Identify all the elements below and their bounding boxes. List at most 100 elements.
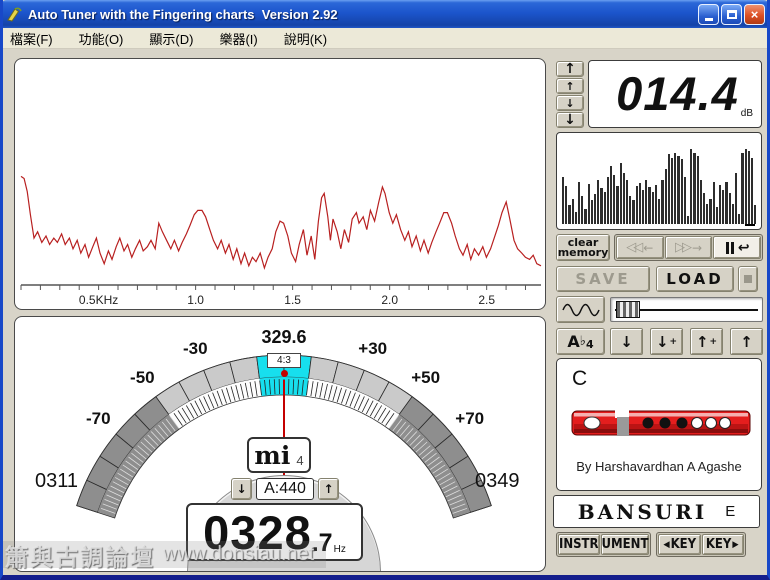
meter-bar <box>722 190 724 224</box>
range-min-label: 0311 <box>35 470 78 493</box>
key-select-buttons: ◀ KEY KEY ▶ <box>656 532 746 557</box>
meter-bar <box>604 192 606 224</box>
reference-pitch-display: A:440 <box>256 478 314 500</box>
rewind-button[interactable]: ◁◁ ← <box>616 236 664 259</box>
meter-bar <box>725 182 727 225</box>
note-octave: 4 <box>296 453 303 468</box>
db-adjust-buttons: ↑ ↑ ↓ ↓ <box>556 61 584 128</box>
arrow-up-icon: ↑ <box>696 333 709 351</box>
meter-bar <box>751 158 753 224</box>
forward-button[interactable]: ▷▷ → <box>665 236 713 259</box>
meter-bar <box>591 200 593 224</box>
gauge-scale-label: -70 <box>76 409 120 429</box>
db-up-button[interactable]: ↑ <box>556 78 584 94</box>
pitch-down-button[interactable]: ↓ <box>610 328 643 355</box>
pitch-down-fine-button[interactable]: ↓+ <box>650 328 683 355</box>
menu-function[interactable]: 功能(O) <box>79 29 124 48</box>
reference-pitch-row: ↓ A:440 ↑ <box>231 477 341 500</box>
meter-bar <box>597 180 599 224</box>
pause-button[interactable]: ↩ <box>713 236 761 259</box>
square-icon <box>744 275 752 283</box>
meter-bar <box>648 187 650 224</box>
svg-text:0.5KHz: 0.5KHz <box>79 293 118 307</box>
ref-pitch-down-button[interactable]: ↓ <box>231 478 252 500</box>
db-down-button[interactable]: ↓ <box>556 95 584 111</box>
save-button[interactable]: SAVE <box>556 266 650 292</box>
key-next-button[interactable]: KEY ▶ <box>702 534 745 555</box>
meter-bar <box>674 153 676 224</box>
titlebar[interactable]: Auto Tuner with the Fingering charts Ver… <box>0 0 770 28</box>
menu-help[interactable]: 說明(K) <box>284 29 327 48</box>
meter-bar <box>741 153 743 224</box>
pitch-up-button[interactable]: ↑ <box>730 328 763 355</box>
minimize-button[interactable] <box>698 4 719 25</box>
svg-text:2.0: 2.0 <box>381 293 398 307</box>
meter-bar <box>645 180 647 224</box>
meter-bar <box>565 186 567 224</box>
ref-pitch-up-button[interactable]: ↑ <box>318 478 339 500</box>
stop-button[interactable] <box>738 266 758 292</box>
instrument-display: BANSURI E <box>553 495 760 528</box>
instrument-name: BANSURI <box>578 500 708 524</box>
meter-bar <box>568 205 570 224</box>
menu-instrument[interactable]: 樂器(I) <box>219 29 257 48</box>
return-arrow-icon: ↩ <box>738 240 750 256</box>
meter-bar <box>735 173 737 224</box>
db-value: 014.4 <box>616 64 739 124</box>
db-up-fast-button[interactable]: ↑ <box>556 61 584 77</box>
load-button[interactable]: LOAD <box>656 266 734 292</box>
meter-bar <box>684 177 686 224</box>
tuning-dot-indicator <box>281 370 288 377</box>
meter-bar <box>690 149 692 224</box>
meter-bar <box>661 180 663 224</box>
window-title: Auto Tuner with the Fingering charts Ver… <box>28 7 693 22</box>
instrument-prev-button[interactable]: INSTR <box>558 534 600 555</box>
sine-wave-icon <box>561 301 601 319</box>
meter-bar <box>594 194 596 224</box>
db-down-fast-button[interactable]: ↓ <box>556 112 584 128</box>
meter-bar <box>636 186 638 224</box>
maximize-button[interactable] <box>721 4 742 25</box>
instrument-next-button[interactable]: UMENT <box>601 534 650 555</box>
pitch-up-fine-button[interactable]: ↑+ <box>690 328 723 355</box>
close-button[interactable]: × <box>744 4 765 25</box>
tone-generator-button[interactable] <box>556 296 605 323</box>
meter-bar <box>693 153 695 224</box>
forum-watermark: 簫與古調論壇 www.donsiau.net <box>3 541 326 568</box>
key-prev-label: KEY <box>671 537 697 552</box>
gauge-scale-label: -50 <box>120 368 164 388</box>
clear-memory-button[interactable]: clear memory <box>556 234 610 261</box>
meter-bars <box>562 139 756 224</box>
pitch-row: A♭4 ↓ ↓+ ↑+ ↑ <box>552 328 764 355</box>
maximize-icon <box>727 10 737 19</box>
close-icon: × <box>751 7 759 22</box>
meter-bar <box>584 209 586 224</box>
slider-thumb[interactable] <box>616 301 640 318</box>
spectrum-panel: 0.5KHz1.01.52.02.5 <box>14 58 546 310</box>
forward-icon: ▷▷ <box>675 240 689 255</box>
tuner-gauge-panel: -70-50-30+30+50+70 329.6 4:3 0311 0349 m… <box>14 316 546 572</box>
note-letter: A <box>567 332 579 351</box>
volume-slider[interactable] <box>610 297 763 322</box>
meter-bar <box>632 200 634 224</box>
meter-bar <box>613 175 615 224</box>
wave-row <box>552 296 764 323</box>
note-name: mi <box>254 443 290 468</box>
pause-icon <box>731 242 734 254</box>
meter-bar <box>713 182 715 225</box>
meter-bar <box>629 196 631 224</box>
note-ab4-button[interactable]: A♭4 <box>556 328 605 355</box>
meter-bar <box>700 180 702 224</box>
arrow-down-icon: ↓ <box>565 97 574 110</box>
watermark-url: www.donsiau.net <box>163 543 314 566</box>
meter-bar <box>748 151 750 224</box>
right-arrow-icon: → <box>692 241 702 255</box>
meter-bar <box>658 199 660 225</box>
key-prev-button[interactable]: ◀ KEY <box>658 534 701 555</box>
left-arrow-icon: ← <box>643 241 653 255</box>
menu-file[interactable]: 檔案(F) <box>10 29 53 48</box>
minimize-icon <box>705 18 713 21</box>
meter-bar <box>732 204 734 224</box>
meter-bar <box>626 180 628 224</box>
menu-display[interactable]: 顯示(D) <box>149 29 193 48</box>
